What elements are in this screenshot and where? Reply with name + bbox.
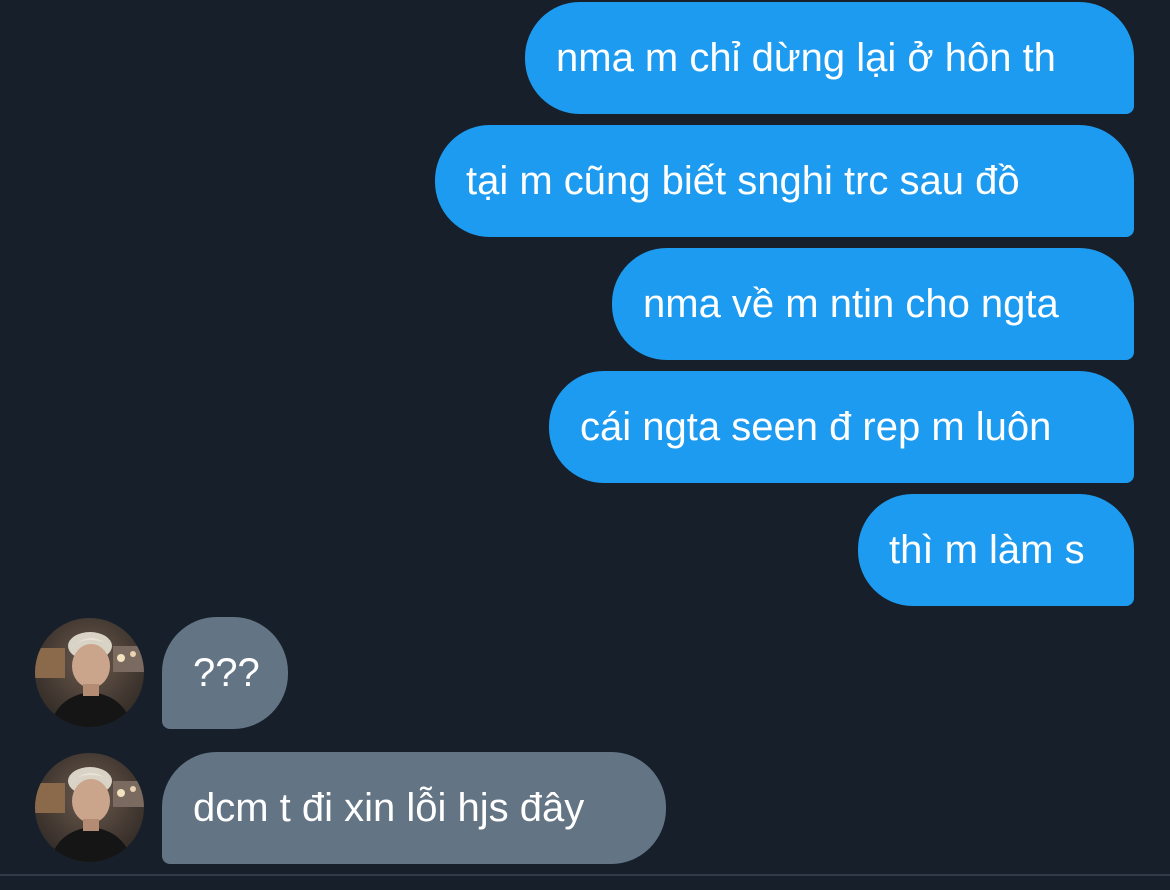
avatar[interactable] — [35, 753, 144, 862]
received-message[interactable]: ??? — [162, 617, 288, 729]
message-text: dcm t đi xin lỗi hjs đây — [193, 786, 585, 830]
sent-message[interactable]: tại m cũng biết snghi trc sau đồ — [435, 125, 1134, 237]
message-text: ??? — [193, 651, 260, 695]
divider — [0, 874, 1170, 876]
user-avatar-icon — [35, 753, 144, 862]
user-avatar-icon — [35, 618, 144, 727]
received-message[interactable]: dcm t đi xin lỗi hjs đây — [162, 752, 666, 864]
message-text: nma m chỉ dừng lại ở hôn th — [556, 36, 1056, 80]
sent-message[interactable]: nma về m ntin cho ngta — [612, 248, 1134, 360]
sent-message[interactable]: cái ngta seen đ rep m luôn — [549, 371, 1134, 483]
sent-message[interactable]: thì m làm s — [858, 494, 1134, 606]
message-text: cái ngta seen đ rep m luôn — [580, 405, 1052, 449]
message-text: thì m làm s — [889, 528, 1085, 572]
avatar[interactable] — [35, 618, 144, 727]
message-text: nma về m ntin cho ngta — [643, 282, 1059, 326]
sent-message[interactable]: nma m chỉ dừng lại ở hôn th — [525, 2, 1134, 114]
message-thread: nma m chỉ dừng lại ở hôn th tại m cũng b… — [0, 0, 1170, 890]
message-text: tại m cũng biết snghi trc sau đồ — [466, 159, 1020, 203]
